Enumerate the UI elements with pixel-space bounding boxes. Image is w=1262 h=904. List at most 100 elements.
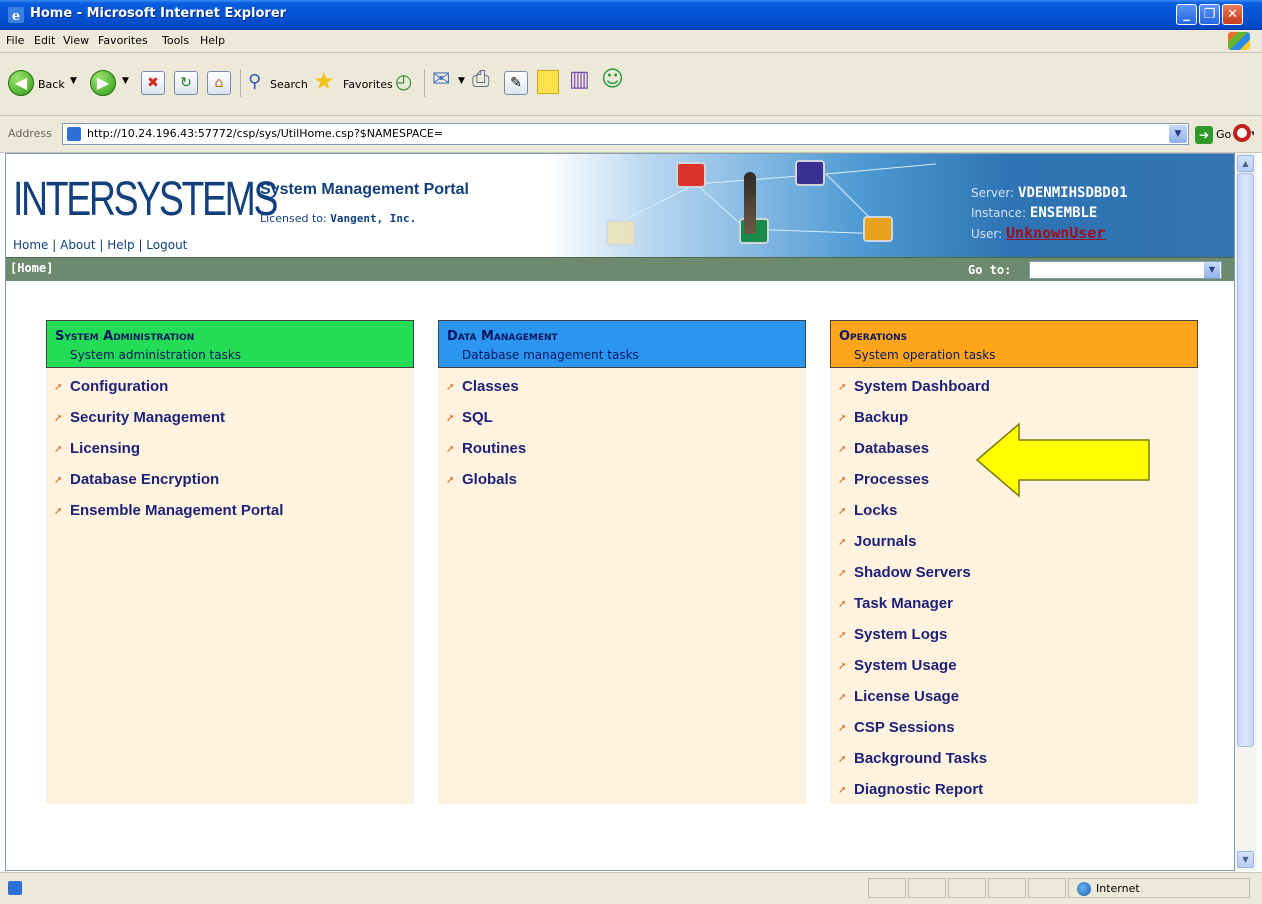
- menu-link[interactable]: SQL: [462, 409, 493, 426]
- menu-link[interactable]: System Dashboard: [854, 378, 990, 395]
- menu-link[interactable]: Shadow Servers: [854, 564, 971, 581]
- menu-item[interactable]: ➚ SQL: [438, 405, 806, 436]
- vertical-scrollbar[interactable]: ▲ ▼: [1235, 153, 1257, 871]
- back-button[interactable]: ◀: [8, 70, 34, 96]
- menu-item[interactable]: ➚ Shadow Servers: [830, 560, 1198, 591]
- menu-link[interactable]: Databases: [854, 440, 929, 457]
- menu-subtitle: Database management tasks: [462, 348, 639, 362]
- mail-icon: ✉: [432, 67, 451, 92]
- menu-item[interactable]: ➚ Licensing: [46, 436, 414, 467]
- menu-item[interactable]: ➚ License Usage: [830, 684, 1198, 715]
- menu-tools[interactable]: Tools: [162, 34, 189, 47]
- internet-explorer-icon: e: [8, 7, 24, 23]
- menu-link[interactable]: Globals: [462, 471, 517, 488]
- menu-item[interactable]: ➚ CSP Sessions: [830, 715, 1198, 746]
- menu-link[interactable]: Database Encryption: [70, 471, 219, 488]
- go-label[interactable]: Go: [1216, 128, 1231, 141]
- forward-dropdown-icon[interactable]: ▼: [122, 76, 129, 86]
- favorites-button[interactable]: ★: [313, 67, 335, 97]
- menu-link[interactable]: Diagnostic Report: [854, 781, 983, 798]
- goto-select[interactable]: ▼: [1029, 261, 1222, 279]
- favorites-label[interactable]: Favorites: [343, 78, 393, 91]
- breadcrumb[interactable]: [Home]: [10, 261, 53, 275]
- bullet-arrow-icon: ➚: [446, 444, 455, 455]
- user-link[interactable]: UnknownUser: [1006, 224, 1105, 242]
- scroll-up-icon[interactable]: ▲: [1237, 155, 1254, 172]
- discuss-button[interactable]: [537, 70, 559, 94]
- menu-item[interactable]: ➚ Task Manager: [830, 591, 1198, 622]
- menu-item[interactable]: ➚ System Usage: [830, 653, 1198, 684]
- address-dropdown-icon[interactable]: ▼: [1169, 125, 1187, 143]
- menu-item[interactable]: ➚ Background Tasks: [830, 746, 1198, 777]
- close-button[interactable]: ✕: [1222, 4, 1243, 25]
- menu-link[interactable]: Routines: [462, 440, 526, 457]
- back-dropdown-icon[interactable]: ▼: [70, 76, 77, 86]
- scrollbar-thumb[interactable]: [1237, 173, 1254, 747]
- go-button[interactable]: ➔: [1195, 126, 1213, 144]
- history-button[interactable]: ◴: [395, 69, 412, 99]
- chevron-down-icon[interactable]: ▼: [1204, 262, 1220, 278]
- menu-link[interactable]: License Usage: [854, 688, 959, 705]
- scroll-down-icon[interactable]: ▼: [1237, 851, 1254, 868]
- menu-link[interactable]: Journals: [854, 533, 917, 550]
- minimize-button[interactable]: _: [1176, 4, 1197, 25]
- mail-button[interactable]: ✉: [432, 67, 450, 97]
- search-label[interactable]: Search: [270, 78, 308, 91]
- bullet-arrow-icon: ➚: [54, 413, 63, 424]
- menu-item[interactable]: ➚ System Logs: [830, 622, 1198, 653]
- menu-item[interactable]: ➚ Configuration: [46, 374, 414, 405]
- menu-link[interactable]: CSP Sessions: [854, 719, 955, 736]
- server-value: VDENMIHSDBD01: [1018, 185, 1128, 201]
- search-button[interactable]: ⚲: [248, 71, 261, 101]
- menu-link[interactable]: Backup: [854, 409, 908, 426]
- menu-link[interactable]: Licensing: [70, 440, 140, 457]
- logout-link[interactable]: Logout: [146, 238, 187, 252]
- menu-item[interactable]: ➚ Routines: [438, 436, 806, 467]
- home-button[interactable]: ⌂: [207, 71, 231, 95]
- forward-button[interactable]: ▶: [90, 70, 116, 96]
- yellow-arrow-annotation: [975, 422, 1150, 498]
- print-button[interactable]: ⎙: [472, 67, 490, 97]
- home-link[interactable]: Home: [13, 238, 48, 252]
- menu-help[interactable]: Help: [200, 34, 225, 47]
- menu-view[interactable]: View: [63, 34, 89, 47]
- menu-edit[interactable]: Edit: [34, 34, 55, 47]
- menu-link[interactable]: System Logs: [854, 626, 947, 643]
- menu-link[interactable]: Ensemble Management Portal: [70, 502, 283, 519]
- address-input[interactable]: http://10.24.196.43:57772/csp/sys/UtilHo…: [62, 123, 1189, 145]
- messenger-button[interactable]: ☺: [601, 67, 624, 97]
- menu-link[interactable]: Processes: [854, 471, 929, 488]
- menu-item[interactable]: ➚ System Dashboard: [830, 374, 1198, 405]
- about-link[interactable]: About: [60, 238, 95, 252]
- stop-button[interactable]: ✖: [141, 71, 165, 95]
- menu-item[interactable]: ➚ Locks: [830, 498, 1198, 529]
- menu-link[interactable]: Classes: [462, 378, 519, 395]
- menu-item[interactable]: ➚ Security Management: [46, 405, 414, 436]
- menu-favorites[interactable]: Favorites: [98, 34, 148, 47]
- menu-item[interactable]: ➚ Database Encryption: [46, 467, 414, 498]
- menu-link[interactable]: Background Tasks: [854, 750, 987, 767]
- bullet-arrow-icon: ➚: [838, 630, 847, 641]
- menu-link[interactable]: System Usage: [854, 657, 957, 674]
- help-link[interactable]: Help: [107, 238, 134, 252]
- address-url[interactable]: http://10.24.196.43:57772/csp/sys/UtilHo…: [87, 127, 443, 140]
- menu-link[interactable]: Configuration: [70, 378, 168, 395]
- acrobat-icon[interactable]: ▾: [1232, 122, 1254, 146]
- menu-item[interactable]: ➚ Globals: [438, 467, 806, 498]
- maximize-button[interactable]: ❐: [1199, 4, 1220, 25]
- research-button[interactable]: ▥: [569, 67, 590, 97]
- menu-item[interactable]: ➚ Diagnostic Report: [830, 777, 1198, 808]
- address-bar: Address http://10.24.196.43:57772/csp/sy…: [0, 116, 1262, 153]
- menu-item[interactable]: ➚ Classes: [438, 374, 806, 405]
- menu-item[interactable]: ➚ Ensemble Management Portal: [46, 498, 414, 529]
- menu-link[interactable]: Task Manager: [854, 595, 953, 612]
- menu-file[interactable]: File: [6, 34, 24, 47]
- menu-item[interactable]: ➚ Journals: [830, 529, 1198, 560]
- window-title-bar[interactable]: e Home - Microsoft Internet Explorer _ ❐…: [0, 0, 1262, 30]
- menu-link[interactable]: Locks: [854, 502, 897, 519]
- edit-button[interactable]: ✎: [504, 71, 528, 95]
- bullet-arrow-icon: ➚: [838, 723, 847, 734]
- mail-dropdown-icon[interactable]: ▼: [458, 76, 465, 86]
- menu-link[interactable]: Security Management: [70, 409, 225, 426]
- refresh-button[interactable]: ↻: [174, 71, 198, 95]
